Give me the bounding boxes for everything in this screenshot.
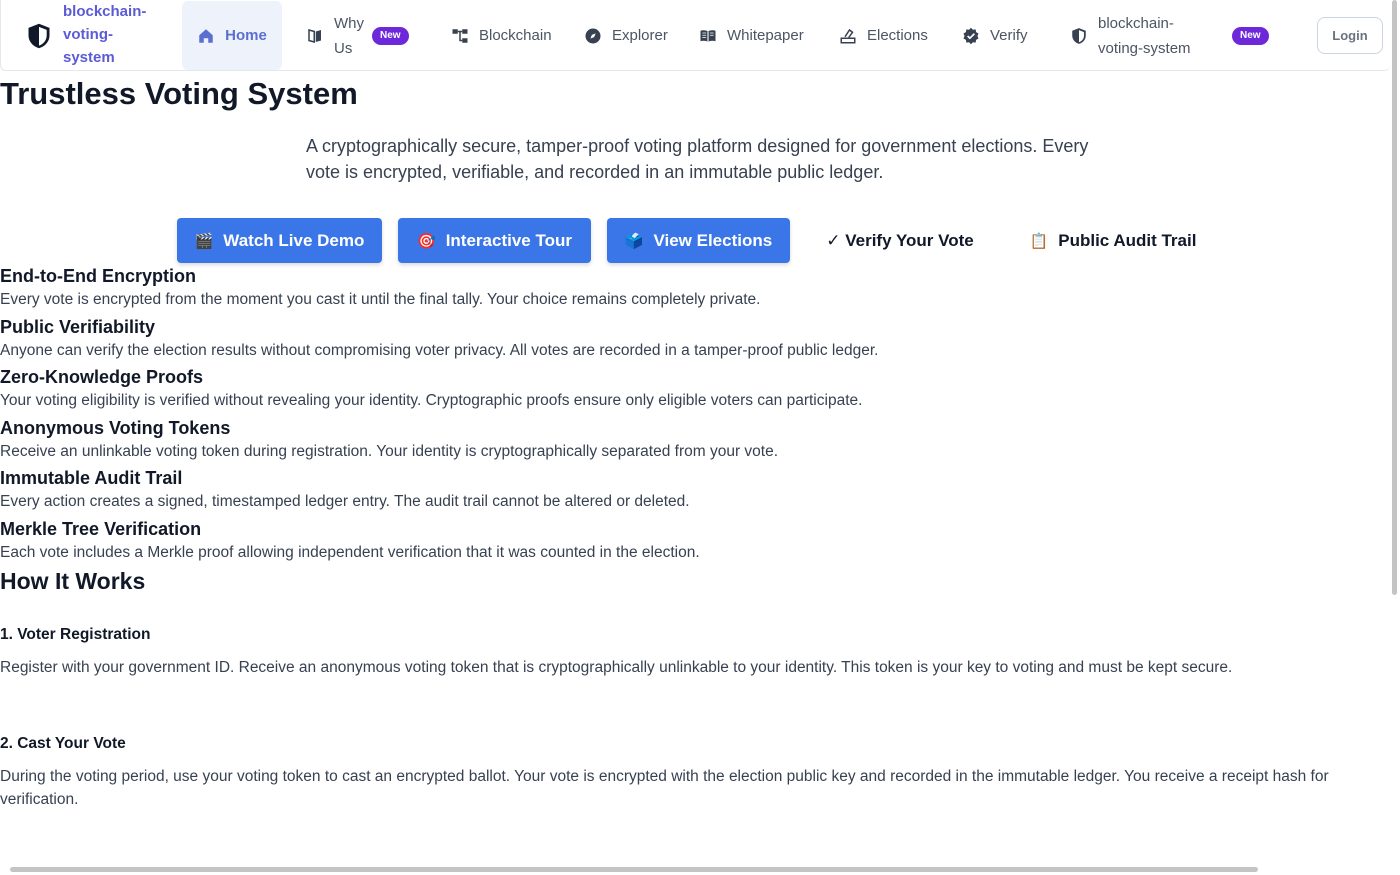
nav-blockchain-label: Blockchain [479, 27, 552, 44]
feature-item: Public Verifiability Anyone can verify t… [0, 315, 1390, 366]
vertical-scrollbar[interactable] [1392, 0, 1397, 595]
nav-elections[interactable]: Elections [839, 0, 928, 71]
shield-icon [1072, 27, 1086, 44]
step-title: 2. Cast Your Vote [0, 735, 126, 752]
watch-demo-button[interactable]: 🎬 Watch Live Demo [177, 218, 382, 263]
nav-why-us-label: Why Us [334, 14, 364, 57]
open-book-icon [700, 29, 716, 42]
brand-name: blockchain-voting-system [63, 3, 147, 66]
nav-verify-label: Verify [990, 27, 1028, 44]
clipboard-icon: 📋 [1029, 232, 1049, 250]
feature-item: Immutable Audit Trail Every action creat… [0, 466, 1390, 517]
interactive-tour-button[interactable]: 🎯 Interactive Tour [398, 218, 591, 263]
action-buttons: 🎬 Watch Live Demo 🎯 Interactive Tour 🗳️ … [0, 218, 1400, 263]
audit-trail-label: Public Audit Trail [1058, 230, 1197, 250]
feature-text: Each vote includes a Merkle proof allowi… [0, 543, 700, 561]
nav-verify[interactable]: Verify [962, 0, 1028, 71]
view-elections-label: View Elections [653, 230, 773, 250]
ballot-icon: 🗳️ [624, 232, 644, 250]
nav-whitepaper-label: Whitepaper [727, 27, 804, 44]
step-title: 1. Voter Registration [0, 626, 151, 643]
feature-title: Zero-Knowledge Proofs [0, 367, 204, 387]
nav-why-us[interactable]: Why Us New [306, 0, 409, 71]
feature-item: Merkle Tree Verification Each vote inclu… [0, 517, 1390, 568]
book-icon [308, 28, 321, 43]
nav-explorer-label: Explorer [612, 27, 668, 44]
step-text: Register with your government ID. Receiv… [0, 659, 1233, 676]
new-badge: New [372, 26, 409, 45]
clapperboard-icon: 🎬 [194, 232, 214, 250]
nav-explorer[interactable]: Explorer [584, 0, 668, 71]
nav-home-label: Home [225, 27, 267, 44]
feature-title: Anonymous Voting Tokens [0, 417, 231, 438]
nav-system-label: blockchain-voting-system [1098, 14, 1191, 57]
features-list: End-to-End Encryption Every vote is encr… [0, 264, 1390, 567]
compass-icon [585, 28, 601, 43]
horizontal-scrollbar[interactable] [10, 867, 1258, 872]
feature-item: Anonymous Voting Tokens Receive an unlin… [0, 416, 1390, 467]
nav-elections-label: Elections [867, 27, 928, 44]
home-icon [199, 28, 213, 43]
interactive-tour-label: Interactive Tour [445, 230, 572, 250]
step-text: During the voting period, use your votin… [0, 768, 1329, 808]
feature-text: Every vote is encrypted from the moment … [0, 291, 761, 308]
how-it-works-heading: How It Works [0, 568, 146, 594]
step-item: 2. Cast Your Vote During the voting peri… [0, 734, 1380, 811]
target-icon: 🎯 [417, 232, 436, 250]
hero-description: A cryptographically secure, tamper-proof… [306, 136, 1089, 182]
verify-vote-button[interactable]: ✓ Verify Your Vote [810, 218, 990, 263]
ballot-box-icon [840, 28, 856, 43]
watch-demo-label: Watch Live Demo [223, 230, 365, 250]
page-title: Trustless Voting System [0, 76, 358, 111]
login-button[interactable]: Login [1317, 17, 1383, 54]
nav-system[interactable]: blockchain-voting-system New [1070, 0, 1269, 71]
feature-item: Zero-Knowledge Proofs Your voting eligib… [0, 365, 1390, 416]
nav-home[interactable]: Home [182, 1, 282, 70]
step-item: 1. Voter Registration Register with your… [0, 625, 1380, 679]
new-badge: New [1232, 26, 1269, 45]
feature-title: Public Verifiability [0, 316, 156, 337]
feature-text: Your voting eligibility is verified with… [0, 392, 863, 409]
audit-trail-button[interactable]: 📋 Public Audit Trail [1018, 218, 1208, 263]
feature-title: End-to-End Encryption [0, 266, 196, 286]
brand-link[interactable]: blockchain-voting-system [25, 0, 159, 71]
feature-item: End-to-End Encryption Every vote is encr… [0, 264, 1390, 315]
nav-blockchain[interactable]: Blockchain [451, 0, 552, 71]
blockchain-icon [452, 28, 468, 43]
feature-text: Receive an unlinkable voting token durin… [0, 442, 779, 460]
feature-text: Anyone can verify the election results w… [0, 341, 879, 359]
view-elections-button[interactable]: 🗳️ View Elections [607, 218, 790, 263]
verify-vote-label: ✓ Verify Your Vote [826, 230, 974, 250]
nav-whitepaper[interactable]: Whitepaper [699, 0, 804, 71]
verified-badge-icon [963, 27, 979, 44]
top-navbar: blockchain-voting-system Home Why Us New… [0, 0, 1390, 71]
feature-title: Immutable Audit Trail [0, 468, 183, 488]
shield-logo-icon [28, 23, 50, 48]
feature-title: Merkle Tree Verification [0, 518, 202, 539]
feature-text: Every action creates a signed, timestamp… [0, 493, 690, 510]
